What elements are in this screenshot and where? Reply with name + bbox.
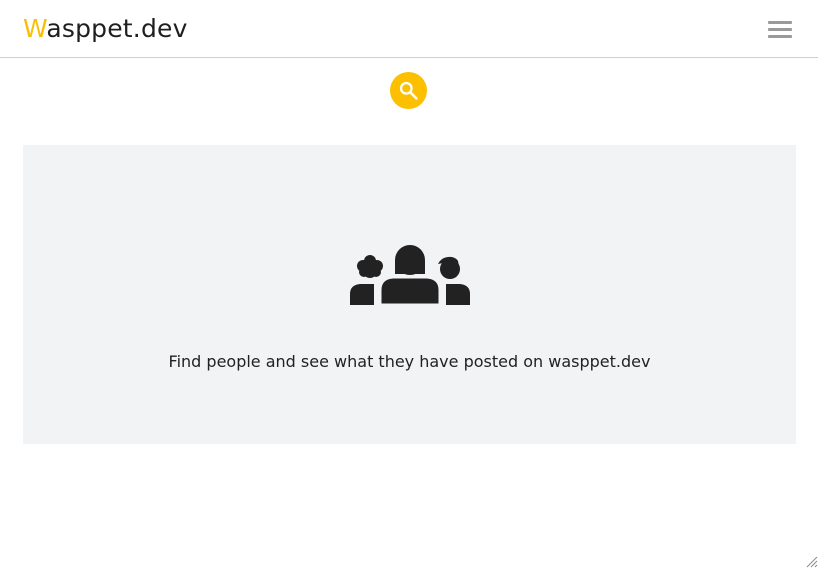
resize-grip-icon[interactable] (804, 554, 818, 568)
people-group-icon (350, 245, 470, 305)
hamburger-menu-icon[interactable] (766, 18, 794, 40)
search-icon (399, 81, 418, 100)
search-button[interactable] (390, 72, 427, 109)
empty-state-panel: Find people and see what they have poste… (23, 145, 796, 444)
logo-text: asppet.dev (46, 14, 188, 43)
empty-state-message: Find people and see what they have poste… (168, 352, 651, 371)
site-logo[interactable]: Wasppet.dev (23, 12, 188, 46)
logo-first-letter: W (23, 14, 47, 43)
top-header: Wasppet.dev (0, 0, 818, 58)
